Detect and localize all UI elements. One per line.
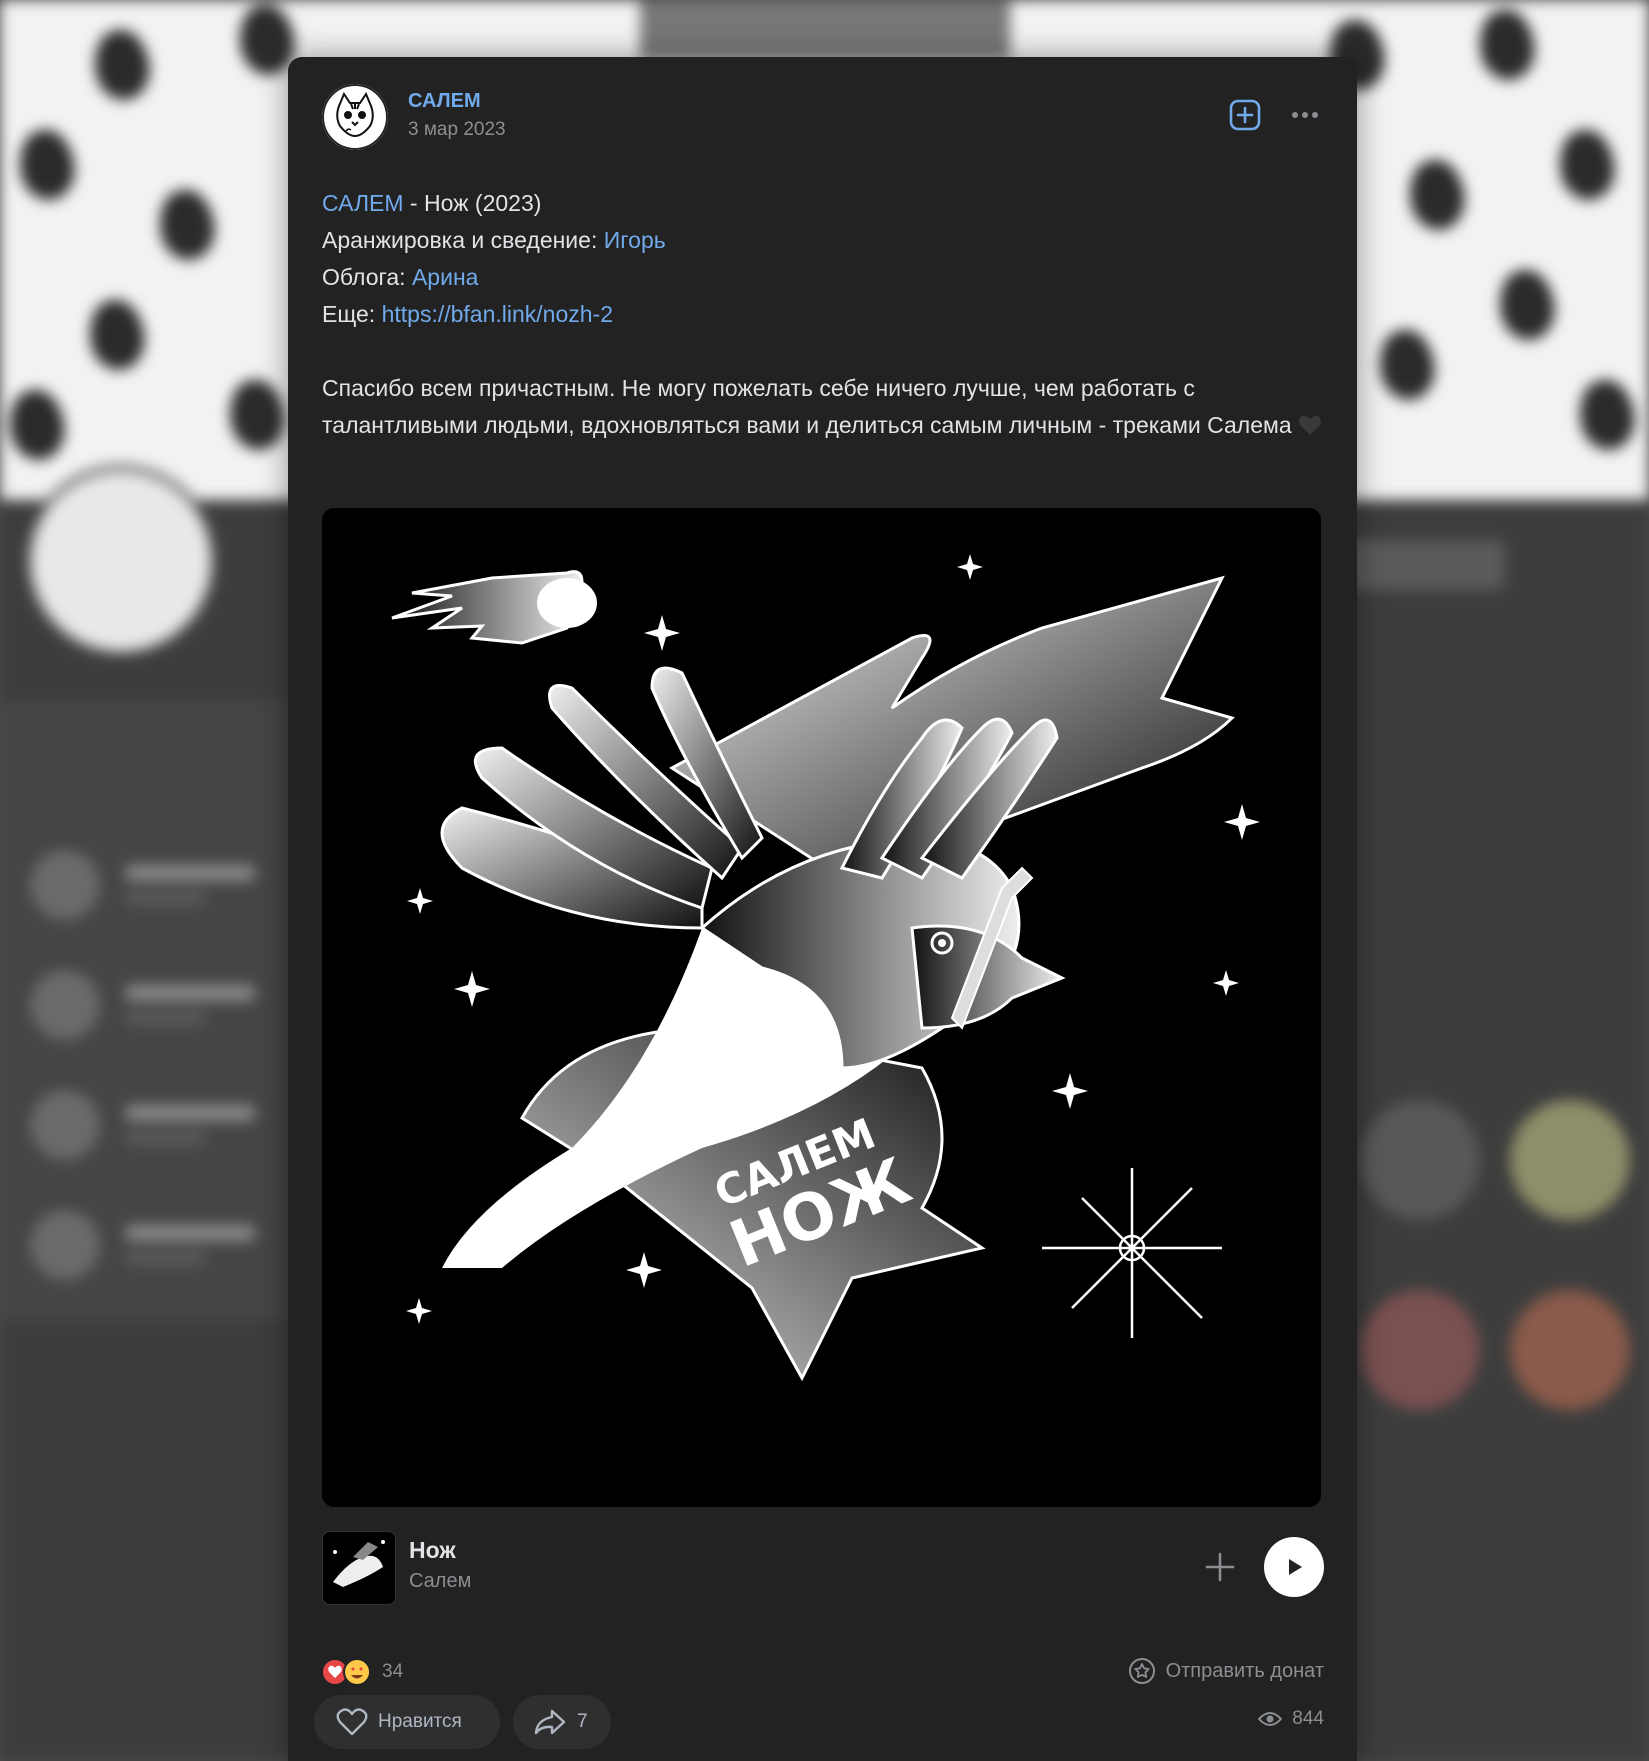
track-artist[interactable]: Салем bbox=[409, 1570, 471, 1593]
more-horizontal-icon bbox=[1292, 112, 1298, 118]
heart-outline-icon bbox=[336, 1708, 368, 1736]
post-paragraph: Спасибо всем причастным. Не могу пожелат… bbox=[322, 375, 1292, 438]
reaction-count: 34 bbox=[382, 1661, 404, 1682]
cover-label: Облога: bbox=[322, 264, 412, 290]
left-wing bbox=[440, 666, 764, 930]
arranger-link[interactable]: Игорь bbox=[604, 227, 666, 253]
reactions-summary[interactable]: 34 bbox=[322, 1657, 403, 1687]
cat-avatar-icon bbox=[322, 84, 388, 150]
play-button[interactable] bbox=[1264, 1537, 1324, 1597]
views-counter: 844 bbox=[1258, 1708, 1324, 1730]
cover-artist-link[interactable]: Арина bbox=[412, 264, 478, 290]
more-options-button[interactable] bbox=[1288, 101, 1322, 129]
comet bbox=[391, 570, 597, 645]
share-count: 7 bbox=[577, 1711, 588, 1732]
like-label: Нравится bbox=[378, 1711, 462, 1732]
eye-icon bbox=[1258, 1712, 1283, 1726]
subscribe-button[interactable] bbox=[1228, 98, 1262, 132]
star-circle-icon bbox=[1128, 1658, 1155, 1684]
send-donation-button[interactable]: Отправить донат bbox=[1128, 1657, 1324, 1685]
black-heart-icon bbox=[1298, 410, 1322, 447]
add-square-icon bbox=[1229, 99, 1261, 131]
views-count: 844 bbox=[1292, 1708, 1324, 1729]
post-card: САЛЕМ 3 мар 2023 САЛЕМ - Нож (2023) Аран… bbox=[288, 57, 1357, 1761]
post-text: САЛЕМ - Нож (2023) Аранжировка и сведени… bbox=[322, 185, 1322, 447]
track-thumbnail[interactable] bbox=[322, 1531, 396, 1605]
magpie-artwork: САЛЕМ НОЖ bbox=[391, 554, 1260, 1382]
reaction-emojis-icon bbox=[323, 1658, 371, 1686]
post-date[interactable]: 3 мар 2023 bbox=[408, 119, 506, 141]
play-icon bbox=[1289, 1559, 1302, 1575]
author-name[interactable]: САЛЕМ bbox=[408, 90, 481, 113]
plus-icon bbox=[1205, 1552, 1235, 1582]
track-title[interactable]: Нож bbox=[409, 1537, 456, 1564]
starburst bbox=[1042, 1168, 1222, 1338]
artist-link[interactable]: САЛЕМ bbox=[322, 190, 404, 216]
more-label: Еще: bbox=[322, 301, 382, 327]
track-cover-icon bbox=[323, 1532, 395, 1604]
add-track-button[interactable] bbox=[1202, 1549, 1238, 1585]
share-button[interactable]: 7 bbox=[513, 1695, 611, 1749]
release-title: - Нож (2023) bbox=[403, 190, 542, 216]
arrangement-label: Аранжировка и сведение: bbox=[322, 227, 604, 253]
bfan-link[interactable]: https://bfan.link/nozh-2 bbox=[382, 301, 613, 327]
like-button[interactable]: Нравится bbox=[314, 1695, 500, 1749]
donate-label: Отправить донат bbox=[1165, 1659, 1324, 1682]
author-avatar[interactable] bbox=[322, 84, 388, 150]
album-cover-image[interactable]: САЛЕМ НОЖ bbox=[322, 508, 1321, 1507]
share-arrow-icon bbox=[534, 1709, 566, 1735]
